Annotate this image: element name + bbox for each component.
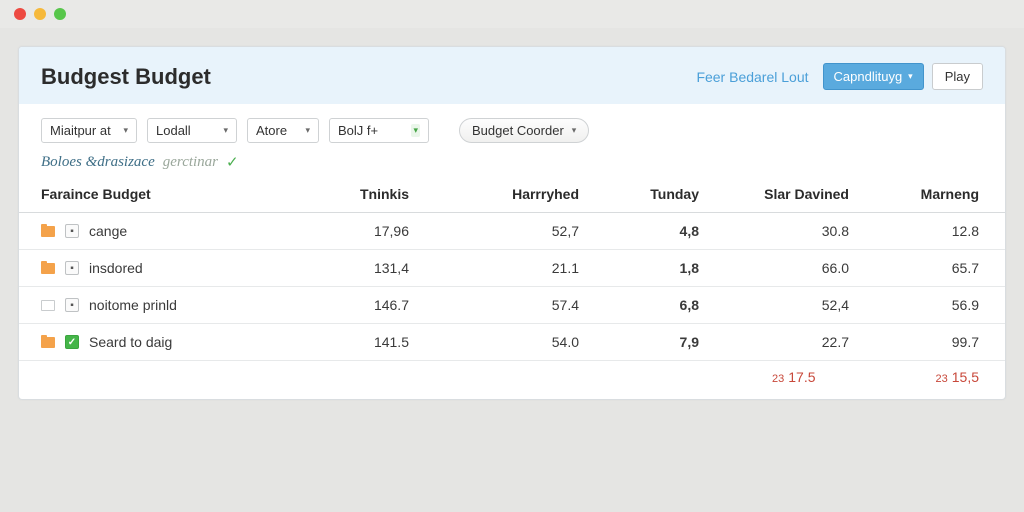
folder-icon <box>41 226 55 237</box>
total-slar-davined: 23 17.5 <box>772 369 816 385</box>
total-marneng: 23 15,5 <box>936 369 980 385</box>
folder-icon <box>41 263 55 274</box>
cell-value: 22.7 <box>709 324 859 361</box>
col-marneng[interactable]: Marneng <box>859 178 1005 213</box>
filter-label: Atore <box>256 123 287 138</box>
checkbox-icon[interactable]: ▪ <box>65 298 79 312</box>
chevron-down-icon: ▾ <box>411 124 420 137</box>
budget-table: Faraince Budget Tninkis Harrryhed Tunday… <box>19 178 1005 361</box>
status-sub: gerctinar <box>163 154 218 171</box>
primary-action-label: Capndlituyg <box>834 69 903 84</box>
cell-value: 57.4 <box>419 287 589 324</box>
cell-value: 6,8 <box>589 287 709 324</box>
chevron-down-icon: ▾ <box>572 125 577 136</box>
page-header: Budgest Budget Feer Bedarel Lout Capndli… <box>19 47 1005 104</box>
cell-value: 12.8 <box>859 213 1005 250</box>
cell-value: 30.8 <box>709 213 859 250</box>
row-name: Seard to daig <box>89 334 172 350</box>
checkbox-checked-icon[interactable]: ✓ <box>65 335 79 349</box>
row-name: insdored <box>89 260 143 276</box>
check-icon: ✓ <box>226 153 239 172</box>
folder-icon <box>41 300 55 311</box>
close-icon[interactable] <box>14 8 26 20</box>
filter-atore[interactable]: Atore ▾ <box>247 118 319 143</box>
table-row[interactable]: ▪ noitome prinld 146.757.46,852,456.9 <box>19 287 1005 324</box>
cell-value: 7,9 <box>589 324 709 361</box>
filter-label: Budget Coorder <box>472 123 564 138</box>
table-header-row: Faraince Budget Tninkis Harrryhed Tunday… <box>19 178 1005 213</box>
filter-bar: Miaitpur at ▾ Lodall ▾ Atore ▾ BolJ f+ ▾… <box>19 104 1005 153</box>
header-link[interactable]: Feer Bedarel Lout <box>696 69 808 85</box>
checkbox-icon[interactable]: ▪ <box>65 261 79 275</box>
primary-action-button[interactable]: Capndlituyg ▾ <box>823 63 924 90</box>
table-row[interactable]: ✓ Seard to daig 141.554.07,922.799.7 <box>19 324 1005 361</box>
maximize-icon[interactable] <box>54 8 66 20</box>
filter-label: BolJ f+ <box>338 123 378 138</box>
row-name: noitome prinld <box>89 297 177 313</box>
filter-label: Lodall <box>156 123 191 138</box>
cell-value: 56.9 <box>859 287 1005 324</box>
cell-value: 146.7 <box>279 287 419 324</box>
totals-row: 23 17.5 23 15,5 <box>19 361 1005 399</box>
status-main: Boloes &drasizace <box>41 154 155 171</box>
cell-value: 66.0 <box>709 250 859 287</box>
table-row[interactable]: ▪ insdored 131,421.11,866.065.7 <box>19 250 1005 287</box>
chevron-down-icon: ▾ <box>908 71 913 82</box>
cell-value: 54.0 <box>419 324 589 361</box>
col-tunday[interactable]: Tunday <box>589 178 709 213</box>
chevron-down-icon: ▾ <box>305 125 310 136</box>
window-titlebar <box>0 0 1024 28</box>
cell-value: 99.7 <box>859 324 1005 361</box>
app-window: Budgest Budget Feer Bedarel Lout Capndli… <box>18 46 1006 400</box>
col-name[interactable]: Faraince Budget <box>19 178 279 213</box>
cell-value: 131,4 <box>279 250 419 287</box>
cell-value: 21.1 <box>419 250 589 287</box>
chevron-down-icon: ▾ <box>223 125 228 136</box>
cell-value: 52,7 <box>419 213 589 250</box>
col-harrryhed[interactable]: Harrryhed <box>419 178 589 213</box>
status-line: Boloes &drasizace gerctinar ✓ <box>19 153 1005 178</box>
filter-miaitpur[interactable]: Miaitpur at ▾ <box>41 118 137 143</box>
col-slar-davined[interactable]: Slar Davined <box>709 178 859 213</box>
cell-value: 141.5 <box>279 324 419 361</box>
filter-lodall[interactable]: Lodall ▾ <box>147 118 237 143</box>
page-title: Budgest Budget <box>41 64 696 90</box>
filter-bolj[interactable]: BolJ f+ ▾ <box>329 118 429 143</box>
col-tninkis[interactable]: Tninkis <box>279 178 419 213</box>
filter-label: Miaitpur at <box>50 123 111 138</box>
chevron-down-icon: ▾ <box>123 125 128 136</box>
table-row[interactable]: ▪ cange 17,9652,74,830.812.8 <box>19 213 1005 250</box>
folder-icon <box>41 337 55 348</box>
minimize-icon[interactable] <box>34 8 46 20</box>
cell-value: 52,4 <box>709 287 859 324</box>
row-name: cange <box>89 223 127 239</box>
play-button[interactable]: Play <box>932 63 983 90</box>
cell-value: 65.7 <box>859 250 1005 287</box>
filter-budget-coorder[interactable]: Budget Coorder ▾ <box>459 118 589 143</box>
cell-value: 1,8 <box>589 250 709 287</box>
cell-value: 4,8 <box>589 213 709 250</box>
checkbox-icon[interactable]: ▪ <box>65 224 79 238</box>
cell-value: 17,96 <box>279 213 419 250</box>
